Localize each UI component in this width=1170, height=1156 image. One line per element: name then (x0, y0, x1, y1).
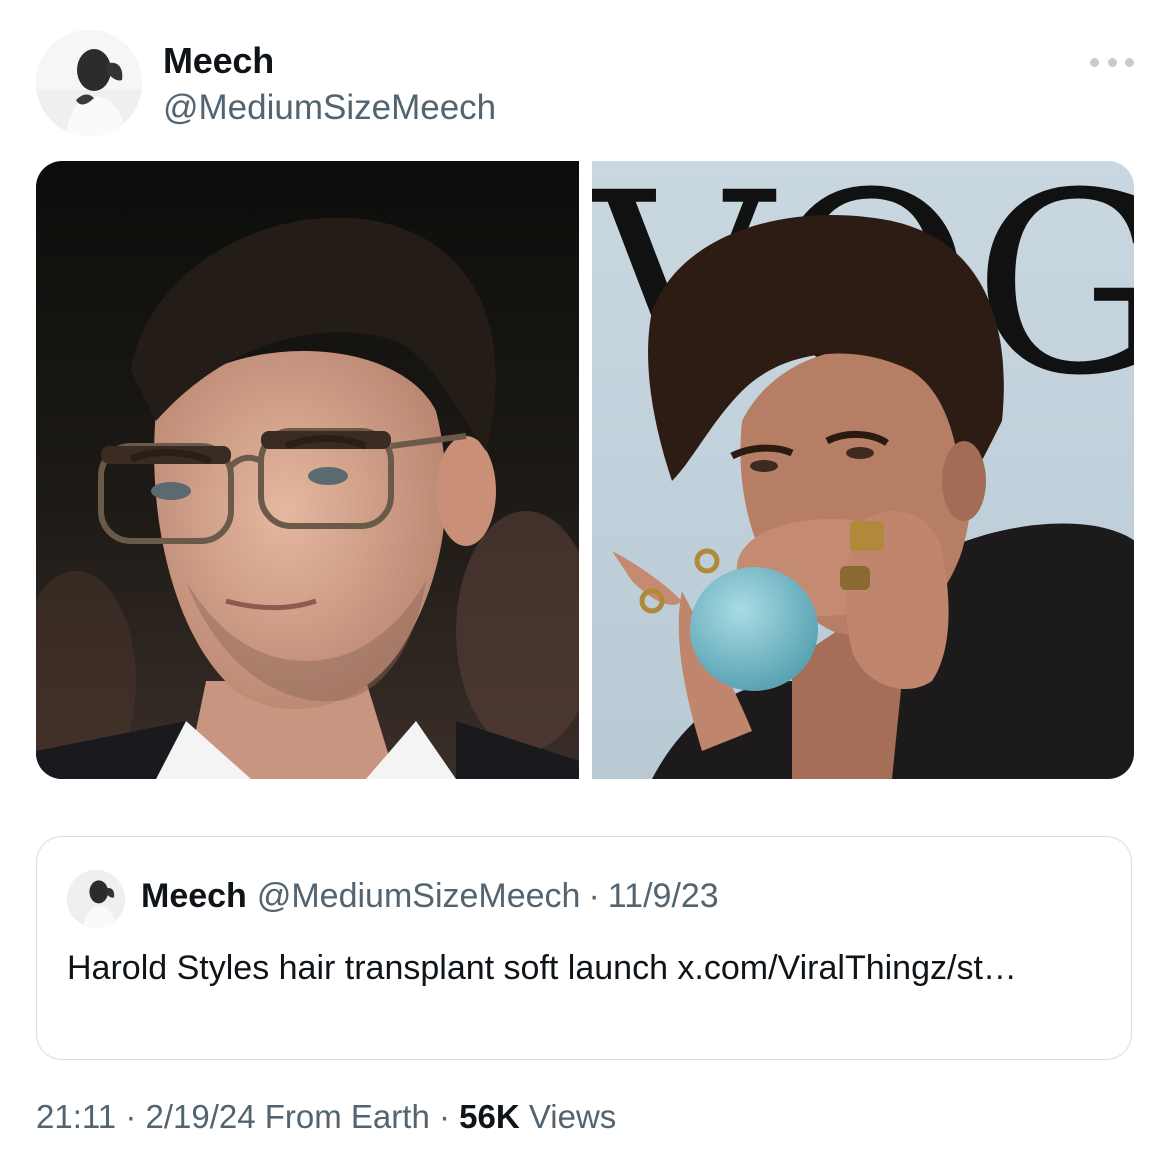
quoted-display-name[interactable]: Meech (141, 877, 247, 915)
author-avatar[interactable] (36, 30, 142, 136)
author-display-name[interactable]: Meech (163, 40, 274, 82)
profile-photo-icon (36, 30, 142, 136)
dot (1107, 57, 1117, 67)
separator: · (125, 1098, 137, 1135)
tweet-date[interactable]: 2/19/24 (145, 1098, 255, 1135)
separator: · (588, 877, 600, 915)
media-grid: VOGU (36, 161, 1134, 779)
views-label: Views (528, 1098, 617, 1135)
tweet-source: From Earth (264, 1098, 430, 1135)
photo-2[interactable]: VOGU (591, 161, 1134, 779)
author-handle[interactable]: @MediumSizeMeech (163, 88, 496, 128)
quoted-tweet-card[interactable]: Meech @MediumSizeMeech · 11/9/23 Harold Sty… (36, 836, 1132, 1060)
separator: · (438, 1098, 450, 1135)
quoted-author-avatar[interactable] (67, 870, 125, 928)
dot (1090, 57, 1099, 67)
dot (1125, 57, 1134, 67)
quoted-handle[interactable]: @MediumSizeMeech (257, 877, 581, 915)
profile-photo-icon (67, 870, 125, 928)
tweet-time[interactable]: 21:11 (36, 1098, 116, 1135)
photo-man-glasses-icon (36, 161, 579, 779)
tweet-header: Meech @MediumSizeMeech (36, 30, 1136, 140)
quoted-date[interactable]: 11/9/23 (608, 877, 719, 915)
quoted-tweet-text: Harold Styles hair transplant soft launc… (67, 949, 1017, 987)
tweet-metadata: 21:11 · 2/19/24 From Earth · 56K Views (36, 1098, 616, 1136)
quoted-tweet-header: Meech @MediumSizeMeech · 11/9/23 (141, 877, 719, 916)
photo-1[interactable] (36, 161, 579, 779)
tweet: Meech @MediumSizeMeech Meech @MediumSize… (0, 0, 1170, 1156)
more-options-icon[interactable] (1090, 52, 1134, 72)
views-count[interactable]: 56K (459, 1098, 520, 1135)
photo-man-balloon-icon: VOGU (591, 161, 1134, 779)
